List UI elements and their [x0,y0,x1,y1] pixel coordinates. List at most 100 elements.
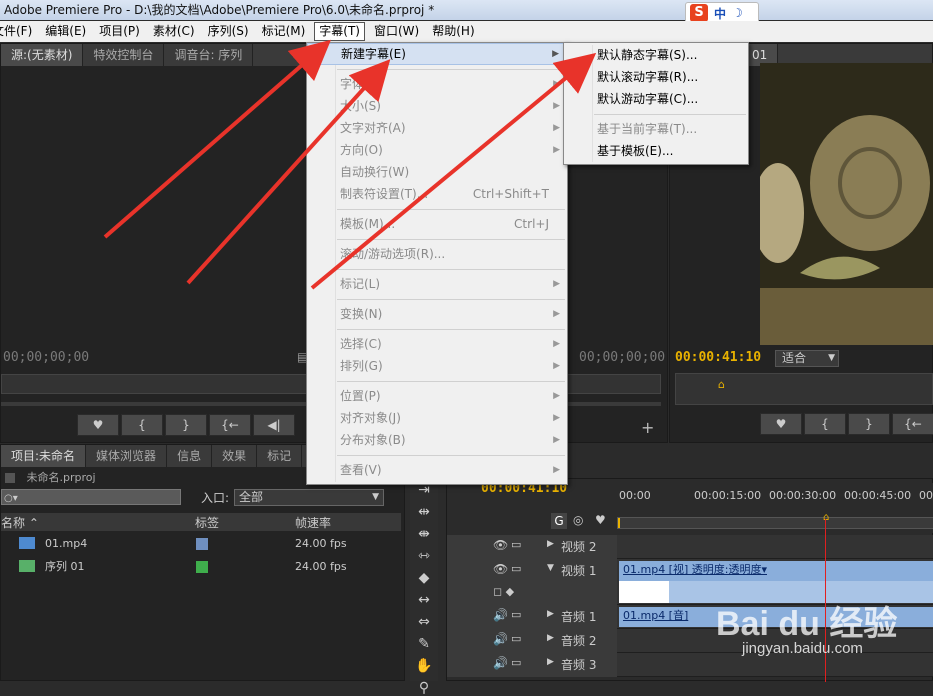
menu-item-2[interactable]: 项目(P) [95,22,144,41]
program-go-to-in-button[interactable]: {← [892,413,933,435]
sync-lock-icon[interactable]: ▭ [511,538,521,551]
menu-item-8[interactable]: 帮助(H) [428,22,478,41]
title-menu-item-label: 变换(N) [340,307,383,321]
expand-track-icon[interactable]: ▶ [547,539,554,549]
ruler-tick-label: 00:00:45:00 [844,489,912,502]
timeline-clip[interactable]: 01.mp4 [视] 透明度:透明度▾ [619,561,933,581]
tab-project-4[interactable]: 标记 [257,445,303,467]
submenu-arrow-icon: ▶ [553,413,560,423]
new-title-item[interactable]: 默认游动字幕(C)... [564,88,748,110]
work-area-bar[interactable]: ⌂ [617,512,933,529]
menu-bar: 文件(F) 编辑(E) 项目(P) 素材(C) 序列(S) 标记(M)字幕(T) 窗口(W)… [0,21,933,42]
ripple-edit-tool-icon[interactable]: ⇼ [418,526,430,542]
menu-item-6[interactable]: 字幕(T) [314,22,365,41]
menu-item-5[interactable]: 标记(M) [258,22,310,41]
razor-tool-icon[interactable]: ◆ [419,570,430,586]
project-row[interactable]: 01.mp4 24.00 fps [1,532,401,555]
eye-icon[interactable]: 👁 [493,562,508,576]
marker-button[interactable]: ♥ [77,414,119,436]
menu-item-4[interactable]: 序列(S) [204,22,253,41]
speaker-icon[interactable]: 🔊 [493,608,508,622]
zoom-tool-icon[interactable]: ⚲ [419,680,429,696]
tab-project-2[interactable]: 信息 [167,445,213,467]
add-marker-icon[interactable]: ◎ [573,513,583,527]
program-marker-button[interactable]: ♥ [760,413,802,435]
column-label[interactable]: 标签 [195,514,219,531]
title-menu-item[interactable]: 新建字幕(E) ▶ [307,43,567,65]
new-title-item[interactable]: 默认滚动字幕(R)... [564,66,748,88]
submenu-arrow-icon: ▶ [553,279,560,289]
step-back-button[interactable]: ◀| [253,414,295,436]
sync-lock-icon[interactable]: ▭ [511,656,521,669]
expand-track-icon[interactable]: ▶ [547,609,554,619]
tab-project-1[interactable]: 媒体浏览器 [86,445,168,467]
program-scrubber[interactable]: ⌂ [675,373,933,405]
keyframe-toggle-icon[interactable]: ◻ ◆ [493,585,514,598]
title-menu-item-label: 位置(P) [340,389,381,403]
sync-lock-icon[interactable]: ▭ [511,562,521,575]
project-file-name: 未命名.prproj [26,471,96,484]
tab-source-0[interactable]: 源:(无素材) [1,44,84,66]
project-row-fps: 24.00 fps [295,537,347,550]
marker-icon[interactable]: ♥ [595,513,606,527]
rolling-edit-tool-icon[interactable]: ⇿ [418,548,430,564]
ruler-tick-label: 00:01:00 [919,489,933,502]
project-search-input[interactable]: ○▾ [1,489,181,505]
slide-tool-icon[interactable]: ⇔ [418,614,430,630]
menu-item-1[interactable]: 编辑(E) [41,22,90,41]
pen-tool-icon[interactable]: ✎ [418,636,430,652]
snap-icon[interactable]: G [551,513,567,529]
title-menu-item-label: 模板(M)... [340,217,396,231]
track-header: 🔊 ▭ ▶ 音频 2 [447,629,617,653]
program-mark-out-button[interactable]: } [848,413,890,435]
entry-dropdown[interactable]: 全部 ▼ [234,489,384,506]
add-button-icon[interactable]: + [641,418,654,437]
label-swatch[interactable] [195,560,209,574]
hand-tool-icon[interactable]: ✋ [415,658,432,674]
menu-item-3[interactable]: 素材(C) [149,22,199,41]
expand-track-icon[interactable]: ▼ [547,563,554,573]
tab-project-0[interactable]: 项目:未命名 [1,445,87,467]
speaker-icon[interactable]: 🔊 [493,632,508,646]
column-fps[interactable]: 帧速率 [295,514,331,531]
label-swatch[interactable] [195,537,209,551]
tab-source-1[interactable]: 特效控制台 [83,44,165,66]
title-menu-item-label: 排列(G) [340,359,383,373]
sequence-icon [19,560,35,572]
clip-label: 01.mp4 [音] [623,609,689,622]
moon-icon[interactable]: ☽ [732,6,743,20]
program-mark-in-button[interactable]: { [804,413,846,435]
fit-dropdown[interactable]: 适合 ▼ [775,350,839,367]
mark-out-button[interactable]: } [165,414,207,436]
title-menu-item: 模板(M)... Ctrl+J [307,213,567,235]
new-title-item-label: 默认静态字幕(S)... [597,48,698,62]
playhead-marker-icon[interactable]: ⌂ [718,378,725,391]
expand-track-icon[interactable]: ▶ [547,657,554,667]
column-name[interactable]: 名称 ⌃ [1,514,39,531]
new-title-item[interactable]: 默认静态字幕(S)... [564,44,748,66]
playhead-handle-icon[interactable]: ⌂ [823,512,829,523]
menu-item-0[interactable]: 文件(F) [0,22,36,41]
chevron-down-icon: ▼ [828,353,835,363]
project-row[interactable]: 序列 01 24.00 fps [1,555,401,578]
mark-in-button[interactable]: { [121,414,163,436]
tab-source-2[interactable]: 调音台: 序列 [164,44,254,66]
slip-tool-icon[interactable]: ↔ [418,592,430,608]
new-title-item[interactable]: 基于模板(E)... [564,140,748,162]
ime-mode[interactable]: 中 [714,5,726,22]
track-select-tool-icon[interactable]: ⇹ [418,504,430,520]
sync-lock-icon[interactable]: ▭ [511,608,521,621]
tab-project-3[interactable]: 效果 [212,445,258,467]
submenu-arrow-icon: ▶ [553,339,560,349]
video-scene [760,63,933,345]
track-name: 视频 1 [561,564,597,578]
expand-track-icon[interactable]: ▶ [547,633,554,643]
sync-lock-icon[interactable]: ▭ [511,632,521,645]
go-to-in-button[interactable]: {← [209,414,251,436]
new-title-item-label: 默认游动字幕(C)... [597,92,699,106]
title-menu-item-label: 大小(S) [340,99,381,113]
eye-icon[interactable]: 👁 [493,538,508,552]
speaker-icon[interactable]: 🔊 [493,656,508,670]
menu-item-7[interactable]: 窗口(W) [370,22,423,41]
watermark-url: jingyan.baidu.com [742,640,863,657]
